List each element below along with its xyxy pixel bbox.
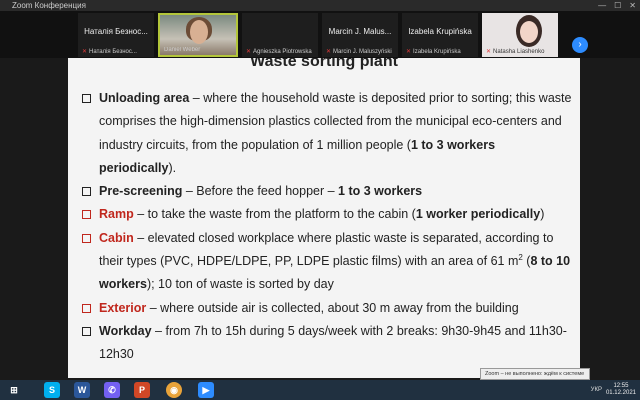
- windows-start-icon[interactable]: ⊞: [6, 382, 22, 398]
- participant-label: ✕ Marcin J. Maluszyński: [326, 49, 392, 55]
- mic-off-icon: ✕: [406, 49, 412, 55]
- skype-icon[interactable]: S: [44, 382, 60, 398]
- participant-label: Daniel Weber: [164, 47, 201, 53]
- close-button[interactable]: ✕: [629, 0, 636, 11]
- checkbox-bullet-icon: [82, 94, 91, 103]
- participant-label: ✕ Agnieszka Piotrowska: [246, 49, 312, 55]
- participant-tile[interactable]: ✕ Natasha Liashenko: [482, 13, 558, 57]
- checkbox-bullet-icon: [82, 210, 91, 220]
- avatar-face: [520, 21, 538, 43]
- zoom-icon[interactable]: ▶: [198, 382, 214, 398]
- system-tray: УКР 12:55 01.12.2021: [591, 380, 640, 400]
- powerpoint-icon[interactable]: P: [134, 382, 150, 398]
- participant-label: ✕ Natasha Liashenko: [486, 49, 545, 55]
- checkbox-bullet-icon: [82, 233, 91, 243]
- next-participants-button[interactable]: ›: [572, 37, 588, 53]
- shared-slide: Waste sorting plant Unloading area – whe…: [68, 58, 580, 378]
- avatar-face: [190, 20, 208, 44]
- chrome-icon[interactable]: ◉: [166, 382, 182, 398]
- window-controls: — ☐ ✕: [598, 0, 636, 11]
- bullet-list: Unloading area – where the household was…: [82, 87, 574, 367]
- checkbox-bullet-icon: [82, 303, 91, 313]
- list-item: Exterior – where outside air is collecte…: [82, 297, 574, 320]
- participant-tile[interactable]: Наталія Безнос... ✕ Наталія Безнос...: [78, 13, 154, 57]
- list-item: Unloading area – where the household was…: [82, 87, 574, 180]
- participant-tile[interactable]: Marcin J. Malus... ✕ Marcin J. Maluszyńsk…: [322, 13, 398, 57]
- participant-name: Izabela Krupińska: [408, 27, 472, 36]
- participant-label: ✕ Izabela Krupińska: [406, 49, 461, 55]
- list-item: Cabin – elevated closed workplace where …: [82, 227, 574, 297]
- tray-language[interactable]: УКР: [591, 387, 602, 393]
- participant-tile-active[interactable]: Daniel Weber: [158, 13, 238, 57]
- list-item: Ramp – to take the waste from the platfo…: [82, 203, 574, 226]
- checkbox-bullet-icon: [82, 326, 91, 336]
- checkbox-bullet-icon: [82, 187, 91, 197]
- window-titlebar: Zoom Конференция — ☐ ✕: [0, 0, 640, 11]
- notification-toast[interactable]: Zoom – не выполнено: ждём к системе: [480, 368, 590, 380]
- list-item: Workday – from 7h to 15h during 5 days/w…: [82, 320, 574, 367]
- participant-label: ✕ Наталія Безнос...: [82, 49, 137, 55]
- maximize-button[interactable]: ☐: [614, 0, 621, 11]
- taskbar: ⊞ S W ✆ P ◉ ▶ УКР 12:55 01.12.2021: [0, 380, 640, 400]
- participant-name: Наталія Безнос...: [84, 27, 148, 36]
- viber-icon[interactable]: ✆: [104, 382, 120, 398]
- minimize-button[interactable]: —: [598, 0, 606, 11]
- mic-off-icon: ✕: [82, 49, 88, 55]
- clock[interactable]: 12:55 01.12.2021: [606, 383, 636, 397]
- list-item: Pre-screening – Before the feed hopper –…: [82, 180, 574, 203]
- word-icon[interactable]: W: [74, 382, 90, 398]
- participant-tile[interactable]: ✕ Agnieszka Piotrowska: [242, 13, 318, 57]
- window-title: Zoom Конференция: [12, 1, 86, 10]
- participant-tile[interactable]: Izabela Krupińska ✕ Izabela Krupińska: [402, 13, 478, 57]
- mic-off-icon: ✕: [326, 49, 332, 55]
- mic-off-icon: ✕: [486, 49, 492, 55]
- mic-off-icon: ✕: [246, 49, 252, 55]
- participant-name: Marcin J. Malus...: [328, 27, 392, 36]
- slide-title: Waste sorting plant: [250, 58, 398, 70]
- participant-strip: Наталія Безнос... ✕ Наталія Безнос... Dan…: [0, 11, 640, 58]
